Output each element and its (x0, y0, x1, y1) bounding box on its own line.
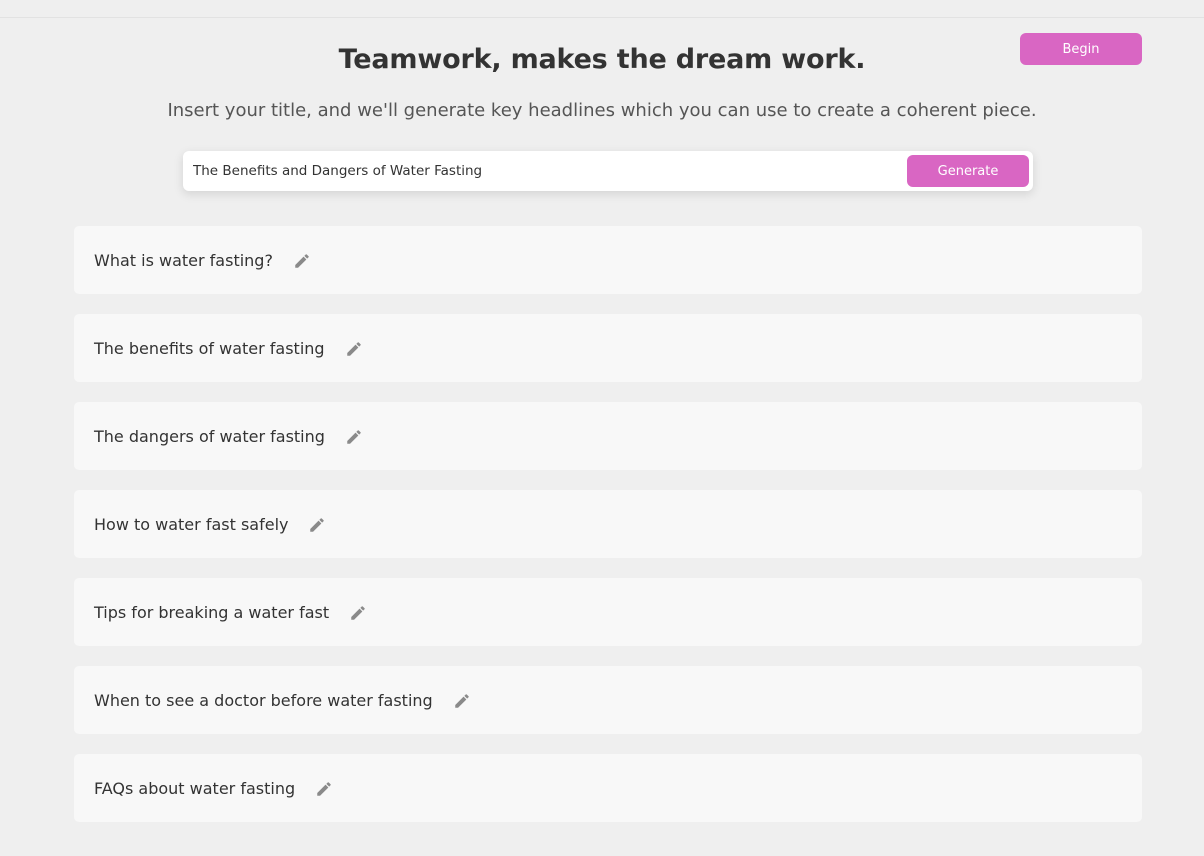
generate-button[interactable]: Generate (907, 155, 1029, 187)
headline-text: The benefits of water fasting (94, 338, 325, 358)
headline-list: What is water fasting? The benefits of w… (74, 226, 1142, 842)
title-input-bar: Generate (183, 151, 1033, 191)
pencil-icon[interactable] (345, 340, 363, 358)
pencil-icon[interactable] (293, 252, 311, 270)
headline-text: FAQs about water fasting (94, 778, 296, 798)
pencil-icon[interactable] (349, 604, 367, 622)
pencil-icon[interactable] (315, 780, 333, 798)
headline-text: How to water fast safely (94, 514, 289, 534)
pencil-icon[interactable] (308, 516, 326, 534)
headline-card: The benefits of water fasting (74, 314, 1142, 382)
headline-text: What is water fasting? (94, 250, 273, 270)
begin-button[interactable]: Begin (1020, 33, 1142, 65)
headline-card: Tips for breaking a water fast (74, 578, 1142, 646)
page-subtitle: Insert your title, and we'll generate ke… (167, 100, 1037, 121)
headline-card: The dangers of water fasting (74, 402, 1142, 470)
headline-card: FAQs about water fasting (74, 754, 1142, 822)
headline-text: The dangers of water fasting (94, 426, 325, 446)
headline-card: How to water fast safely (74, 490, 1142, 558)
headline-text: Tips for breaking a water fast (94, 602, 330, 622)
headline-card: When to see a doctor before water fastin… (74, 666, 1142, 734)
pencil-icon[interactable] (453, 692, 471, 710)
headline-text: When to see a doctor before water fastin… (94, 690, 433, 710)
title-input[interactable] (183, 151, 898, 191)
pencil-icon[interactable] (345, 428, 363, 446)
top-divider (0, 17, 1204, 18)
headline-card: What is water fasting? (74, 226, 1142, 294)
